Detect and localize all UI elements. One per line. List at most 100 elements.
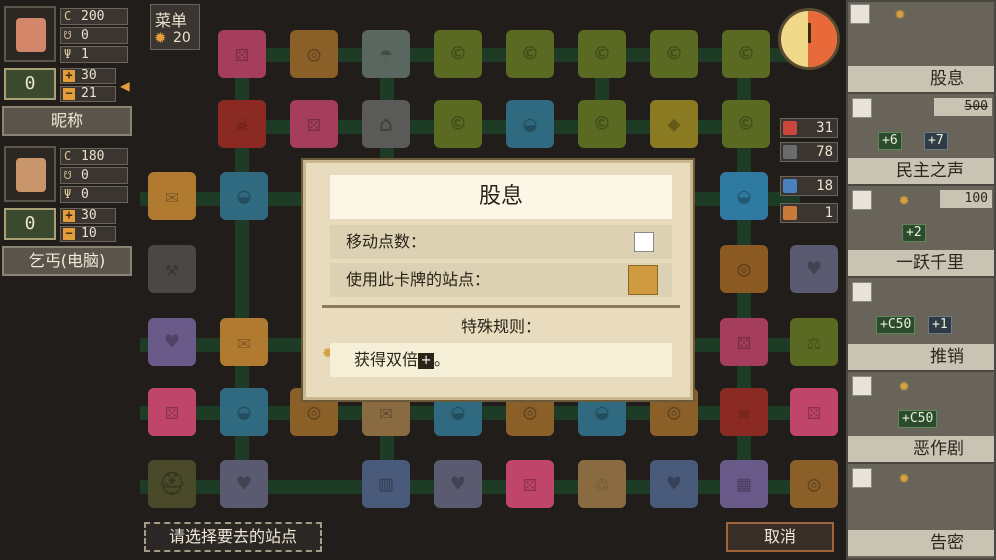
dice-tile[interactable]: ⚄ [218, 30, 266, 78]
grid-tile[interactable]: ▦ [720, 460, 768, 508]
scales-tile[interactable]: ⚖ [790, 318, 838, 366]
coin-tile[interactable]: © [506, 30, 554, 78]
move-points-label: 移动点数： [346, 232, 427, 251]
trident-icon: Ψ [64, 187, 72, 201]
coin-tile[interactable]: © [722, 100, 770, 148]
card-column: ✹ 股息 500 +6 +7 民主之声 ✹ 100 +2 一跃千里 +C50 +… [846, 0, 996, 560]
mail-tile[interactable]: ✉ [148, 172, 196, 220]
player-name-button[interactable]: 昵称 [2, 106, 132, 136]
parachute-tile[interactable]: ☂ [362, 30, 410, 78]
pill-value: +2 [906, 225, 922, 240]
plus-number: 30 [81, 68, 97, 83]
player-portrait [4, 146, 56, 202]
plus-value: +30 [60, 208, 116, 224]
reward-pill: +C50 [876, 316, 916, 334]
pill-value: +C50 [880, 317, 912, 332]
cancel-button[interactable]: 取消 [726, 522, 834, 552]
card-detail-dialog: 股息 移动点数： 使用此卡牌的站点： 特殊规则： ✹ 获得双倍 +。 [303, 160, 693, 400]
card[interactable]: ✹ +C50 恶作剧 [848, 372, 994, 462]
plus-value: +30 [60, 68, 116, 84]
pill-value: +C50 [902, 411, 934, 426]
coin-tile[interactable]: © [434, 100, 482, 148]
coin-icon: C [64, 149, 72, 163]
hammer-tile[interactable]: ⚒ [148, 245, 196, 293]
stat-value: 1 [81, 47, 89, 62]
player-stat: ☋ 0 [60, 27, 128, 44]
special-rules-label: 特殊规则： [460, 317, 541, 336]
helmet-tile[interactable]: ⛑ [148, 460, 196, 508]
price-value: 500 [964, 99, 988, 114]
heart-tile[interactable]: ♥ [434, 460, 482, 508]
dice-tile[interactable]: ⚄ [506, 460, 554, 508]
police-tile[interactable]: ◒ [720, 172, 768, 220]
timer-fill [808, 11, 837, 67]
coin-tile[interactable]: © [434, 30, 482, 78]
counter-value: 18 [816, 178, 833, 194]
dice-icon [852, 98, 872, 118]
card[interactable]: 500 +6 +7 民主之声 [848, 94, 994, 184]
card[interactable]: +C50 +1 推销 [848, 278, 994, 370]
skull-tile[interactable]: ☠ [218, 100, 266, 148]
card[interactable]: ✹ 告密 [848, 464, 994, 558]
counter-orange: 1 [780, 203, 838, 223]
box-icon [783, 145, 797, 159]
trident-icon: Ψ [64, 47, 72, 61]
dice-tile[interactable]: ⚄ [790, 388, 838, 436]
diamond-tile[interactable]: ◆ [650, 100, 698, 148]
minus-number: 10 [81, 226, 97, 241]
coin-tile[interactable]: ◎ [790, 460, 838, 508]
police-tile[interactable]: ◒ [220, 388, 268, 436]
counter-value: 78 [816, 144, 833, 160]
dice-tile[interactable]: ⚄ [720, 318, 768, 366]
building-tile[interactable]: ▥ [362, 460, 410, 508]
player-name-button[interactable]: 乞丐(电脑) [2, 246, 132, 276]
dice-icon [850, 4, 870, 24]
turn-timer-dial [778, 8, 840, 70]
skull-tile[interactable]: ☠ [720, 388, 768, 436]
reward-pill: +2 [902, 224, 926, 242]
money-value: 200 [81, 9, 105, 24]
dice-tile[interactable]: ⚄ [148, 388, 196, 436]
counter-value: 1 [824, 205, 833, 221]
coin-tile[interactable]: ◎ [290, 30, 338, 78]
heart-tile[interactable]: ♥ [148, 318, 196, 366]
card-title: 一跃千里 [848, 250, 994, 276]
coin-tile[interactable]: © [578, 30, 626, 78]
prompt-text: 请选择要去的站点 [144, 522, 322, 552]
mail-tile[interactable]: ✉ [220, 318, 268, 366]
card[interactable]: ✹ 100 +2 一跃千里 [848, 186, 994, 276]
pill-value: +6 [882, 133, 898, 148]
game-screen: ⚄ ◎ ☂ © © © © © ☠ ⚄ ⌂ © ◒ © ◆ © ✉ ◒ ◒ ⚒ … [0, 0, 996, 560]
coin-tile[interactable]: © [650, 30, 698, 78]
coin-tile[interactable]: ◎ [720, 245, 768, 293]
heart-tile[interactable]: ♥ [220, 460, 268, 508]
stat-value: 0 [81, 28, 89, 43]
price-value: 100 [964, 191, 988, 206]
gear-icon: ✹ [898, 189, 910, 210]
trash-tile[interactable]: ♲ [578, 460, 626, 508]
dice-icon [852, 190, 872, 210]
stat-value: 0 [81, 168, 89, 183]
police-tile[interactable]: ◒ [506, 100, 554, 148]
dice-tile[interactable]: ⚄ [290, 100, 338, 148]
avatar [16, 18, 46, 52]
menu-button[interactable]: 菜单 ✹ 20 [150, 4, 200, 50]
counter-value: 31 [816, 120, 833, 136]
heart-tile[interactable]: ♥ [790, 245, 838, 293]
plus-number: 30 [81, 208, 97, 223]
minus-value: −21 [60, 86, 116, 102]
bank-tile[interactable]: ⌂ [362, 100, 410, 148]
player-portrait [4, 6, 56, 62]
dice-icon [852, 376, 872, 396]
reward-pill: +C50 [898, 410, 938, 428]
coin-tile[interactable]: © [578, 100, 626, 148]
plus-icon: + [418, 352, 435, 369]
minus-icon: − [63, 227, 75, 240]
police-tile[interactable]: ◒ [220, 172, 268, 220]
gear-icon: ✹ [898, 375, 910, 396]
reward-pill: +6 [878, 132, 902, 150]
coin-tile[interactable]: © [722, 30, 770, 78]
card[interactable]: ✹ 股息 [848, 2, 994, 92]
player-score: 0 [4, 208, 56, 240]
heart-tile[interactable]: ♥ [650, 460, 698, 508]
